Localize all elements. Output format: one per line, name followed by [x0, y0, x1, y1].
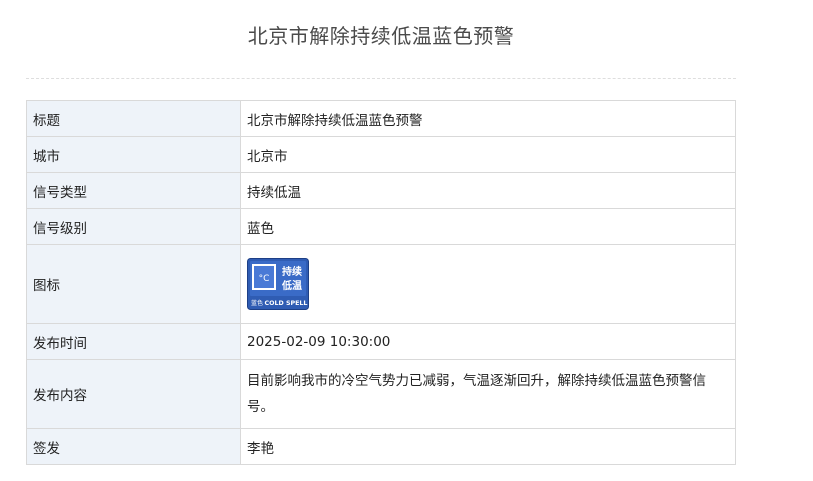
table-row: 签发 李艳 [26, 428, 736, 465]
row-label-signal-type: 信号类型 [26, 172, 241, 209]
table-row: 发布内容 目前影响我市的冷空气势力已减弱，气温逐渐回升，解除持续低温蓝色预警信号… [26, 359, 736, 429]
row-label-issuer: 签发 [26, 428, 241, 465]
table-row: 图标 °C 持续 低温 蓝色 COLD SPELL [26, 244, 736, 324]
row-label-city: 城市 [26, 136, 241, 173]
table-row: 标题 北京市解除持续低温蓝色预警 [26, 100, 736, 137]
warning-info-table: 标题 北京市解除持续低温蓝色预警 城市 北京市 信号类型 持续低温 信号级别 蓝… [26, 100, 736, 465]
row-value-issuer: 李艳 [240, 428, 736, 465]
icon-cn-text-top: 持续 [282, 265, 302, 278]
row-label-signal-level: 信号级别 [26, 208, 241, 245]
icon-en-text: COLD SPELL [265, 300, 308, 307]
table-row: 城市 北京市 [26, 136, 736, 173]
row-value-city: 北京市 [240, 136, 736, 173]
row-value-icon: °C 持续 低温 蓝色 COLD SPELL [240, 244, 736, 324]
table-row: 信号级别 蓝色 [26, 208, 736, 245]
table-row: 信号类型 持续低温 [26, 172, 736, 209]
row-label-content: 发布内容 [26, 359, 241, 429]
row-label-publish-time: 发布时间 [26, 323, 241, 360]
icon-symbol: °C [259, 274, 270, 284]
table-row: 发布时间 2025-02-09 10:30:00 [26, 323, 736, 360]
title-divider [26, 78, 736, 79]
row-label-title: 标题 [26, 100, 241, 137]
icon-level-text: 蓝色 [251, 299, 263, 307]
row-value-title: 北京市解除持续低温蓝色预警 [240, 100, 736, 137]
row-value-content: 目前影响我市的冷空气势力已减弱，气温逐渐回升，解除持续低温蓝色预警信号。 [240, 359, 736, 429]
row-label-icon: 图标 [26, 244, 241, 324]
page-title: 北京市解除持续低温蓝色预警 [247, 24, 515, 48]
row-value-publish-time: 2025-02-09 10:30:00 [240, 323, 736, 360]
row-value-signal-level: 蓝色 [240, 208, 736, 245]
cold-spell-signal-icon: °C 持续 低温 蓝色 COLD SPELL [247, 258, 309, 310]
row-value-signal-type: 持续低温 [240, 172, 736, 209]
icon-cn-text-bottom: 低温 [281, 279, 302, 292]
